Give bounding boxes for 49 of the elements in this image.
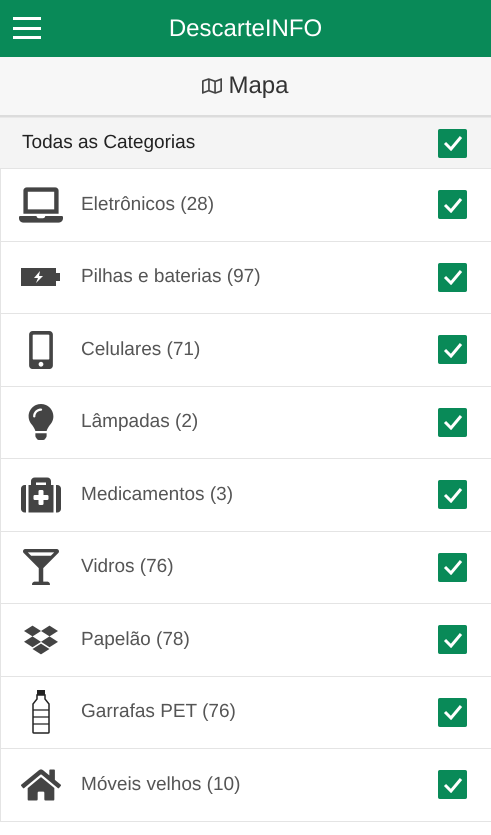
checkbox[interactable]: [438, 408, 467, 437]
category-label: Celulares (71): [81, 338, 202, 361]
bottle-icon: [32, 690, 50, 734]
check-icon: [442, 776, 462, 793]
check-icon: [442, 414, 462, 430]
checkbox[interactable]: [438, 552, 467, 582]
check-icon: [442, 135, 462, 151]
category-label: Garrafas PET (76): [81, 701, 237, 724]
check-icon: [442, 632, 462, 648]
category-label: Pilhas e baterias (97): [81, 266, 262, 288]
check-icon: [442, 196, 462, 213]
checkbox[interactable]: [438, 625, 467, 654]
category-row[interactable]: Eletrônicos (28): [0, 169, 491, 242]
category-row[interactable]: Celulares (71): [0, 314, 491, 386]
category-row[interactable]: Papelão (78): [0, 604, 491, 676]
category-row[interactable]: Garrafas PET (76): [0, 676, 491, 749]
medkit-icon: [21, 474, 61, 515]
category-label: Eletrônicos (28): [81, 194, 216, 216]
all-categories-row[interactable]: Todas as Categorias: [0, 117, 491, 169]
check-icon: [442, 704, 462, 720]
category-row[interactable]: Móveis velhos (10): [0, 749, 491, 822]
category-row[interactable]: Lâmpadas (2): [0, 386, 491, 459]
battery-icon: [21, 267, 61, 288]
check-icon: [442, 486, 462, 503]
category-label: Móveis velhos (10): [81, 774, 242, 796]
map-icon: [202, 76, 222, 96]
check-icon: [442, 342, 462, 358]
all-categories-label: Todas as Categorias: [22, 132, 196, 154]
category-label: Papelão (78): [81, 628, 191, 651]
category-row[interactable]: Medicamentos (3): [0, 459, 491, 532]
boxes-icon: [24, 622, 58, 657]
checkbox[interactable]: [438, 480, 467, 510]
checkbox[interactable]: [438, 190, 467, 220]
category-label: Lâmpadas (2): [81, 411, 200, 434]
category-row[interactable]: Vidros (76): [0, 532, 491, 604]
check-icon: [442, 269, 462, 286]
checkbox[interactable]: [438, 262, 467, 292]
category-label: Medicamentos (3): [81, 484, 234, 506]
app-title: DescarteINFO: [168, 14, 322, 42]
glass-icon: [23, 549, 59, 586]
category-label: Vidros (76): [81, 556, 175, 578]
checkbox[interactable]: [438, 128, 467, 158]
checkbox[interactable]: [438, 698, 467, 727]
check-icon: [442, 559, 462, 576]
checkbox[interactable]: [438, 335, 467, 364]
category-row[interactable]: Pilhas e baterias (97): [0, 242, 491, 314]
checkbox[interactable]: [438, 770, 467, 800]
menu-icon[interactable]: [13, 17, 41, 39]
page-title: Mapa: [228, 72, 289, 100]
